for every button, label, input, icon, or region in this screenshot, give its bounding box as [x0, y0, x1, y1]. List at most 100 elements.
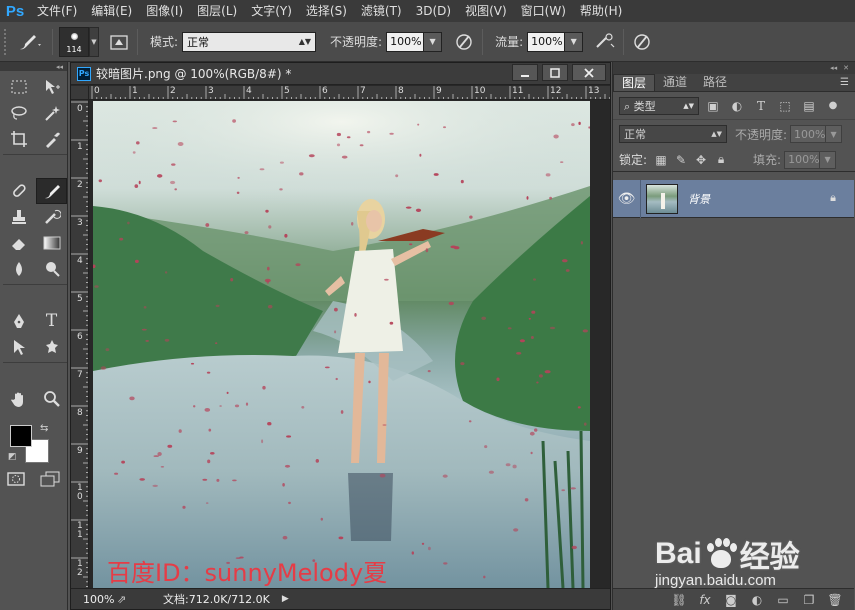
- ruler-corner[interactable]: [71, 86, 89, 100]
- flow-input[interactable]: 100%: [527, 31, 566, 52]
- flow-dropdown[interactable]: ▼: [565, 31, 584, 52]
- layer-filter-select[interactable]: ⌕ 类型 ▲▼: [619, 96, 699, 115]
- layer-row-background[interactable]: 👁︎ 背景 🔒︎: [613, 179, 854, 218]
- document-tab[interactable]: Ps 较暗图片.png @ 100%(RGB/8#) *: [71, 63, 610, 85]
- opacity-dropdown[interactable]: ▼: [424, 31, 443, 52]
- canvas[interactable]: 百度ID：sunnyMelody夏: [90, 101, 610, 588]
- menu-file[interactable]: 文件(F): [30, 0, 84, 22]
- blur-tool-icon[interactable]: [3, 256, 34, 282]
- document-window: Ps 较暗图片.png @ 100%(RGB/8#) * 0 1 2 3 4 5…: [70, 62, 611, 610]
- lock-all-icon[interactable]: 🔒︎: [711, 152, 731, 167]
- ruler-left-label: 4: [77, 256, 83, 266]
- status-menu-arrow-icon[interactable]: ▶: [282, 594, 289, 604]
- horizontal-ruler[interactable]: 0 1 2 3 4 5 6 7 8 9 10 11 12 13: [89, 86, 610, 100]
- filter-toggle-icon[interactable]: ●: [823, 100, 843, 111]
- path-selection-tool-icon[interactable]: [3, 334, 34, 360]
- screen-mode-icon[interactable]: [40, 471, 60, 487]
- tool-preset-picker[interactable]: [12, 28, 46, 56]
- history-brush-tool-icon[interactable]: [36, 204, 67, 230]
- close-button[interactable]: [572, 64, 606, 81]
- tab-layers[interactable]: 图层: [613, 74, 656, 91]
- pen-tool-icon[interactable]: [3, 308, 34, 334]
- photo-violinist-in-stream[interactable]: 百度ID：sunnyMelody夏: [93, 101, 590, 588]
- visibility-eye-icon[interactable]: 👁︎: [613, 179, 641, 218]
- filter-type-icon[interactable]: T: [751, 99, 771, 113]
- photoshop-logo: Ps: [5, 2, 25, 20]
- layer-opacity-input[interactable]: 100%: [790, 125, 827, 143]
- zoom-level[interactable]: 100%: [71, 593, 117, 606]
- menu-help[interactable]: 帮助(H): [573, 0, 629, 22]
- eyedropper-tool-icon[interactable]: [36, 126, 67, 152]
- menu-window[interactable]: 窗口(W): [514, 0, 573, 22]
- clone-stamp-tool-icon[interactable]: [3, 204, 34, 230]
- minimize-button[interactable]: [512, 64, 538, 81]
- brush-picker-arrow[interactable]: ▼: [89, 26, 99, 57]
- blend-row: 正常 ▲▼ 不透明度: 100% ▼: [613, 120, 855, 148]
- filter-shape-icon[interactable]: ⬚: [775, 99, 795, 113]
- menu-3d[interactable]: 3D(D): [409, 0, 458, 22]
- menu-filter[interactable]: 滤镜(T): [354, 0, 409, 22]
- dodge-tool-icon[interactable]: [36, 256, 67, 282]
- quick-mask-icon[interactable]: [7, 471, 25, 487]
- layer-opacity-label: 不透明度:: [735, 127, 788, 142]
- opacity-label: 不透明度:: [330, 35, 383, 49]
- maximize-button[interactable]: [542, 64, 568, 81]
- fill-dropdown[interactable]: ▼: [820, 150, 837, 169]
- move-tool-icon[interactable]: [36, 74, 67, 100]
- ruler-top-label: 3: [208, 86, 214, 96]
- crop-tool-icon[interactable]: [3, 126, 34, 152]
- lock-position-icon[interactable]: ✥: [691, 153, 711, 167]
- lock-label: 锁定:: [619, 153, 648, 167]
- vertical-ruler[interactable]: 0 1 2 3 4 5 6 7 8 9 1 0 1 1 1 2: [71, 100, 89, 588]
- menu-layer[interactable]: 图层(L): [190, 0, 244, 22]
- toolbox-collapse-icon[interactable]: ◂◂: [0, 62, 67, 71]
- brush-size-preview[interactable]: 114: [59, 26, 89, 57]
- brush-panel-toggle-icon[interactable]: [107, 30, 131, 54]
- menu-edit[interactable]: 编辑(E): [84, 0, 139, 22]
- share-icon[interactable]: ⇗: [117, 593, 137, 606]
- filter-pixel-icon[interactable]: ▣: [703, 99, 723, 113]
- flow-label: 流量:: [495, 35, 524, 49]
- layer-opacity-dropdown[interactable]: ▼: [826, 125, 843, 143]
- airbrush-icon[interactable]: [593, 30, 617, 54]
- opacity-input[interactable]: 100%: [386, 31, 425, 52]
- lock-transparent-icon[interactable]: ▦: [651, 153, 671, 167]
- custom-shape-tool-icon[interactable]: [36, 334, 67, 360]
- menu-image[interactable]: 图像(I): [139, 0, 190, 22]
- eraser-tool-icon[interactable]: [3, 230, 34, 256]
- default-colors-icon[interactable]: ◩: [8, 452, 17, 462]
- ruler-left-label: 0: [77, 104, 83, 114]
- menu-view[interactable]: 视图(V): [458, 0, 514, 22]
- pressure-size-icon[interactable]: [630, 30, 654, 54]
- panel-collapse-icon[interactable]: ◂◂ ✕: [613, 62, 855, 74]
- lock-image-icon[interactable]: ✎: [671, 153, 691, 167]
- filter-smart-object-icon[interactable]: ▤: [799, 99, 819, 113]
- lasso-tool-icon[interactable]: [3, 100, 34, 126]
- tools-panel: ◂◂ T ⇆ ◩: [0, 62, 68, 610]
- color-swatches: ⇆ ◩: [0, 417, 67, 465]
- menu-type[interactable]: 文字(Y): [244, 0, 299, 22]
- panel-menu-icon[interactable]: ☰: [840, 77, 849, 88]
- tab-paths[interactable]: 路径: [695, 74, 735, 91]
- marquee-tool-icon[interactable]: [3, 74, 34, 100]
- ps-document-icon: Ps: [77, 66, 91, 81]
- pressure-opacity-icon[interactable]: [452, 30, 476, 54]
- zoom-tool-icon[interactable]: [36, 386, 67, 412]
- blend-mode-select[interactable]: 正常 ▲▼: [619, 125, 727, 143]
- ruler-top-label: 6: [322, 86, 328, 96]
- menu-select[interactable]: 选择(S): [299, 0, 354, 22]
- mode-select[interactable]: 正常 ▲▼: [182, 31, 317, 52]
- fill-input[interactable]: 100%: [784, 150, 821, 169]
- brush-tool-icon[interactable]: [36, 178, 67, 204]
- options-grip[interactable]: [4, 28, 12, 55]
- magic-wand-tool-icon[interactable]: [36, 100, 67, 126]
- filter-adjustment-icon[interactable]: ◐: [727, 99, 747, 113]
- healing-brush-tool-icon[interactable]: [3, 178, 34, 204]
- ruler-left-label: 1 2: [77, 559, 83, 578]
- foreground-color-swatch[interactable]: [10, 425, 32, 447]
- tab-channels[interactable]: 通道: [655, 74, 695, 91]
- gradient-tool-icon[interactable]: [36, 230, 67, 256]
- type-tool-icon[interactable]: T: [36, 308, 67, 334]
- swap-colors-icon[interactable]: ⇆: [40, 423, 48, 434]
- hand-tool-icon[interactable]: [3, 386, 34, 412]
